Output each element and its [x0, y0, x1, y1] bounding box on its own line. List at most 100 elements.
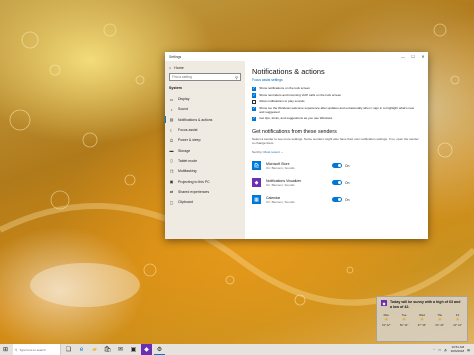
sender-text: Notifications Visualizer On: Banners, Sou…: [266, 179, 332, 187]
window-title: Settings: [169, 54, 182, 59]
search-icon: ⚲: [15, 347, 18, 352]
weather-toast[interactable]: ◆ Today will be sunny with a high of 63 …: [376, 296, 468, 342]
sidebar-item-label: Notifications & actions: [178, 117, 213, 122]
chevron-down-icon: ⌄: [280, 150, 284, 154]
sidebar-item[interactable]: ▤ Notifications & actions: [165, 115, 245, 125]
option-row: ✓ Show reminders and incoming VoIP calls …: [252, 92, 420, 98]
home-label: Home: [174, 65, 184, 70]
clock[interactable]: 10:51 AM 9/26/2018: [450, 345, 465, 353]
focus-assist-link[interactable]: Focus assist settings: [252, 78, 420, 82]
notifications-icon: ▤: [169, 117, 174, 123]
action-center-icon[interactable]: ▤: [467, 348, 470, 352]
option-label: Show me the Windows welcome experience a…: [259, 105, 415, 114]
sender-text: Calendar On: Banners, Sounds: [266, 196, 332, 204]
moon-icon: ☾: [169, 127, 174, 133]
tablet-icon: ▯: [170, 158, 173, 164]
option-label: Show reminders and incoming VoIP calls o…: [259, 92, 342, 97]
sender-subtitle: On: Banners, Sounds: [266, 165, 295, 170]
projecting-icon: ▣: [169, 179, 174, 185]
network-icon[interactable]: ▭: [438, 348, 441, 352]
checkbox[interactable]: ✓: [252, 106, 257, 111]
sidebar-item[interactable]: ☾ Focus assist: [165, 125, 245, 135]
edge-icon[interactable]: e: [76, 344, 87, 355]
title-bar: Settings — ☐ ✕: [165, 52, 428, 61]
checkbox[interactable]: [252, 100, 257, 105]
option-row: ✓ Show notifications on the lock screen: [252, 86, 420, 91]
store-icon: 🛍: [252, 161, 261, 170]
sort-label: Sort by:: [252, 150, 263, 154]
sender-row[interactable]: ▦ Calendar On: Banners, Sounds On: [252, 193, 420, 206]
sidebar-item[interactable]: ▭ Display: [165, 94, 245, 104]
settings-search[interactable]: ⚲: [169, 73, 241, 81]
sidebar-item[interactable]: ♪ Sound: [165, 104, 245, 114]
search-icon: ⚲: [235, 74, 238, 80]
sidebar-item[interactable]: ▬ Storage: [165, 145, 245, 155]
section-title: System: [169, 86, 182, 90]
multitasking-icon: ❐: [169, 168, 174, 174]
toast-message: Today will be sunny with a high of 63 an…: [390, 300, 461, 309]
home-nav[interactable]: ⌂ Home: [165, 63, 245, 72]
sidebar-item[interactable]: ▣ Projecting to this PC: [165, 176, 245, 186]
sidebar-item[interactable]: ▯ Tablet mode: [165, 156, 245, 166]
start-button[interactable]: ⊞: [0, 344, 11, 355]
option-row: ✓ Show me the Windows welcome experience …: [252, 105, 420, 115]
photos-icon[interactable]: ▣: [128, 344, 139, 355]
senders-heading: Get notifications from these senders: [252, 129, 337, 136]
sun-icon: ☀: [437, 317, 443, 324]
sidebar-item-label: Tablet mode: [178, 158, 198, 163]
forecast-day: Mon ☀ 63° 42°: [382, 313, 391, 327]
toggle-switch[interactable]: [332, 197, 342, 202]
volume-icon[interactable]: 🔈: [444, 348, 448, 352]
chevron-up-icon[interactable]: ⌃: [433, 348, 436, 352]
sidebar-item[interactable]: ▢ Clipboard: [165, 197, 245, 207]
sidebar-item-label: Sound: [178, 107, 189, 112]
sidebar-item-label: Multitasking: [178, 169, 197, 174]
taskbar-search[interactable]: ⚲ Type here to search: [13, 344, 61, 355]
sidebar: ⌂ Home ⚲ System ▭ Display ♪ Sound ▤ Notificat…: [165, 61, 245, 239]
forecast-temps: 63° 42°: [382, 324, 391, 328]
sidebar-item-label: Projecting to this PC: [178, 179, 210, 184]
visualizer-icon: ◆: [252, 178, 261, 187]
forecast-temps: 67° 45°: [417, 324, 427, 328]
sender-row[interactable]: 🛍 Microsoft Store On: Banners, Sounds On: [252, 159, 420, 172]
clock-date: 9/26/2018: [450, 348, 465, 353]
file-explorer-icon[interactable]: ▰: [89, 344, 100, 355]
sun-icon: ☀: [455, 317, 460, 324]
search-input[interactable]: [172, 75, 232, 79]
forecast-temps: 66° 44°: [399, 324, 409, 328]
forecast-day: Thu ☀ 64° 43°: [436, 313, 445, 327]
close-button[interactable]: ✕: [418, 52, 428, 61]
maximize-button[interactable]: ☐: [408, 52, 418, 61]
forecast-day: Fri ☀ 62° 42°: [453, 313, 462, 327]
sender-row[interactable]: ◆ Notifications Visualizer On: Banners, So…: [252, 176, 420, 189]
sun-icon: ☀: [401, 317, 407, 324]
toggle-switch[interactable]: [332, 180, 342, 185]
option-row: Allow notifications to play sounds: [252, 99, 420, 105]
option-label: Allow notifications to play sounds: [259, 99, 305, 104]
sidebar-item[interactable]: ❐ Multitasking: [165, 166, 245, 176]
sort-value[interactable]: Most recent: [264, 150, 280, 154]
sun-icon: ☀: [419, 317, 425, 324]
main-content: Notifications & actions Focus assist set…: [245, 61, 428, 239]
checkbox[interactable]: ✓: [252, 86, 257, 91]
sidebar-item[interactable]: ⏻ Power & sleep: [165, 135, 245, 145]
calendar-icon: ▦: [252, 195, 261, 204]
sidebar-item-label: Clipboard: [178, 200, 193, 205]
senders-description: Select a sender to see more settings. So…: [252, 137, 419, 146]
checkbox[interactable]: ✓: [252, 93, 257, 98]
store-icon[interactable]: 🛍: [102, 344, 113, 355]
mail-icon[interactable]: ✉: [115, 344, 126, 355]
sort-control[interactable]: Sort by: Most recent ⌄: [252, 150, 420, 154]
toggle-label: On: [345, 163, 350, 168]
checkbox[interactable]: ✓: [252, 116, 257, 122]
sidebar-item[interactable]: ⇄ Shared experiences: [165, 187, 245, 197]
task-view-icon[interactable]: ❏: [63, 344, 74, 355]
nav-list: ▭ Display ♪ Sound ▤ Notifications & actions ☾ F…: [165, 94, 245, 207]
sidebar-item-label: Power & sleep: [178, 138, 201, 143]
toggle-switch[interactable]: [332, 163, 342, 168]
settings-gear-icon[interactable]: ⚙: [154, 344, 165, 355]
sidebar-item-label: Focus assist: [178, 128, 198, 133]
visualizer-icon[interactable]: ◆: [141, 344, 152, 355]
minimize-button[interactable]: —: [398, 52, 408, 61]
option-label: Get tips, tricks, and suggestions as you…: [259, 116, 333, 121]
